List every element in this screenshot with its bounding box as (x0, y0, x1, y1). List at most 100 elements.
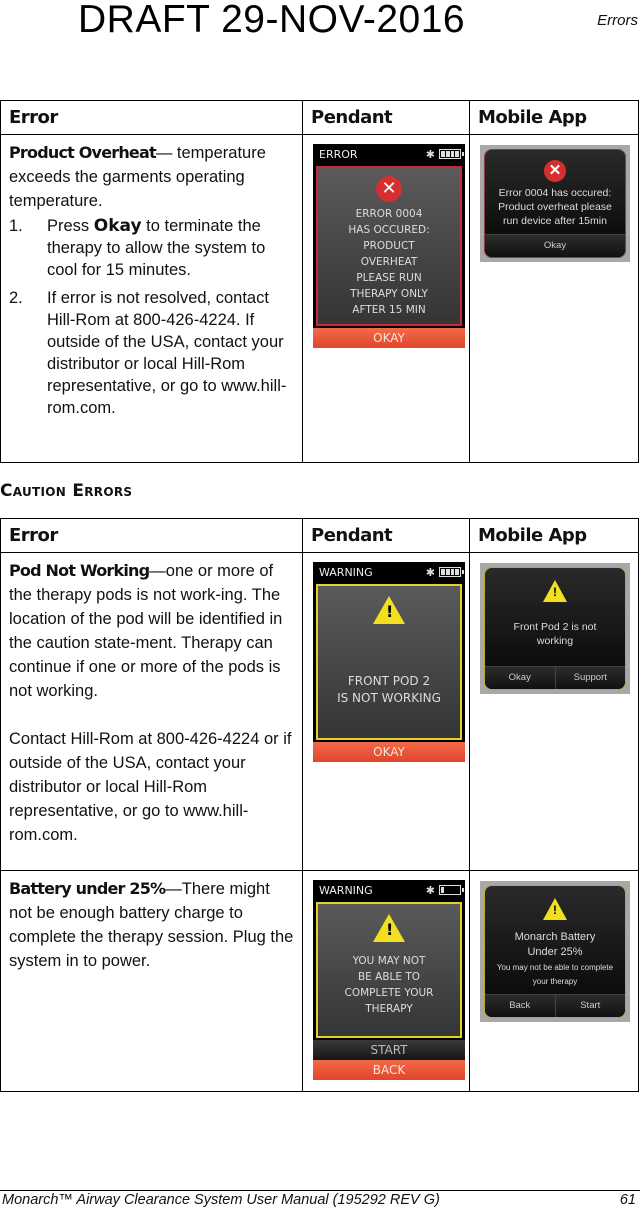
warning-triangle-icon: ! (543, 898, 567, 920)
message-line: PLEASE RUN (356, 272, 422, 284)
message-line: COMPLETE YOUR (344, 987, 434, 999)
mobile-app-screen: ! Monarch Battery Under 25% You may not … (480, 881, 630, 1022)
message-subline: You may not be able to complete (496, 963, 614, 972)
column-header-pendant: Pendant (302, 518, 470, 553)
column-header-mobile-app: Mobile App (469, 100, 639, 135)
status-label: WARNING (319, 565, 373, 579)
message-line: Monarch Battery (514, 931, 596, 943)
page-footer: Monarch™ Airway Clearance System User Ma… (2, 1192, 636, 1208)
mobile-app-cell: ! Front Pod 2 is not working Okay Suppor… (469, 552, 639, 871)
message-subline: your therapy (532, 977, 578, 986)
pendant-start-button[interactable]: START (313, 1040, 465, 1060)
message-line: HAS OCCURED: (348, 224, 430, 236)
mobile-start-button[interactable]: Start (554, 995, 625, 1017)
message-line: BE ABLE TO (357, 971, 421, 983)
section-heading: Caution Errors (0, 481, 133, 501)
pendant-message-area: ✕ ERROR 0004 HAS OCCURED: PRODUCT OVERHE… (316, 166, 462, 326)
error-x-icon: ✕ (544, 160, 566, 182)
table-row: Battery under 25%—There might not be eno… (0, 870, 639, 1092)
status-label: ERROR (319, 147, 358, 161)
page-number: 61 (619, 1192, 636, 1208)
mobile-back-button[interactable]: Back (485, 995, 555, 1017)
message-line: ERROR 0004 (355, 208, 423, 220)
warning-triangle-icon: ! (543, 580, 567, 602)
mobile-okay-button[interactable]: Okay (485, 235, 625, 257)
mobile-app-cell: ! Monarch Battery Under 25% You may not … (469, 870, 639, 1092)
bluetooth-icon: ✱ (425, 565, 435, 579)
mobile-dialog: ✕ Error 0004 has occured: Product overhe… (484, 149, 626, 258)
warning-triangle-icon: ! (373, 596, 405, 624)
pendant-status-bar: WARNING ✱ (313, 880, 465, 900)
message-line: YOU MAY NOT (352, 955, 426, 967)
message-line: PRODUCT (363, 240, 415, 252)
table-row: Pod Not Working—one or more of the thera… (0, 552, 639, 871)
em-dash: — (155, 144, 173, 162)
em-dash: — (165, 880, 182, 898)
pendant-screen: ERROR ✱ ✕ ERROR 0004 HAS OCCURED: PRODUC… (313, 144, 465, 348)
status-label: WARNING (319, 883, 373, 897)
error-description: one or more of the therapy pods is not w… (9, 562, 283, 700)
message-line: Product overheat please (498, 201, 612, 213)
pendant-message-area: ! FRONT POD 2 IS NOT WORKING (316, 584, 462, 740)
table-header-row: Error Pendant Mobile App (0, 100, 639, 135)
footer-divider (0, 1190, 640, 1191)
message-line: run device after 15min (503, 215, 607, 227)
column-header-error: Error (0, 518, 303, 553)
message-line: Error 0004 has occured: (498, 187, 612, 199)
message-line: OVERHEAT (360, 256, 418, 268)
pendant-cell: WARNING ✱ ! FRONT POD 2 IS NOT WORKING O… (302, 552, 470, 871)
pendant-status-bar: ERROR ✱ (313, 144, 465, 164)
bluetooth-icon: ✱ (425, 147, 435, 161)
mobile-dialog: ! Front Pod 2 is not working Okay Suppor… (484, 567, 626, 690)
table-row: Product Overheat— temperature exceeds th… (0, 134, 639, 463)
battery-full-icon (439, 567, 464, 577)
em-dash: — (149, 562, 166, 580)
list-item: 1. Press Okay to terminate the therapy t… (9, 215, 294, 281)
mobile-app-screen: ✕ Error 0004 has occured: Product overhe… (480, 145, 630, 262)
error-x-icon: ✕ (376, 176, 402, 202)
step-text: If error is not resolved, contact Hill-R… (47, 289, 287, 417)
error-title: Product Overheat (9, 143, 157, 162)
pendant-okay-button[interactable]: OKAY (313, 328, 465, 348)
battery-low-icon (439, 885, 464, 895)
mobile-dialog: ! Monarch Battery Under 25% You may not … (484, 885, 626, 1018)
error-description-cell: Product Overheat— temperature exceeds th… (0, 134, 303, 463)
pendant-message-area: ! YOU MAY NOT BE ABLE TO COMPLETE YOUR T… (316, 902, 462, 1038)
pendant-cell: ERROR ✱ ✕ ERROR 0004 HAS OCCURED: PRODUC… (302, 134, 470, 463)
manual-title: Monarch™ Airway Clearance System User Ma… (2, 1192, 440, 1208)
contact-info: Contact Hill-Rom at 800-426-4224 or if o… (9, 730, 292, 844)
message-line: Under 25% (527, 946, 583, 958)
step-number: 1. (9, 217, 23, 235)
error-description-cell: Pod Not Working—one or more of the thera… (0, 552, 303, 871)
pendant-back-button[interactable]: BACK (313, 1060, 465, 1080)
message-line: THERAPY (365, 1003, 413, 1015)
list-item: 2. If error is not resolved, contact Hil… (9, 287, 294, 419)
message-line: AFTER 15 MIN (352, 304, 426, 316)
step-text: Press (47, 217, 94, 235)
message-line: FRONT POD 2 (347, 674, 431, 688)
battery-full-icon (439, 149, 464, 159)
pendant-okay-button[interactable]: OKAY (313, 742, 465, 762)
message-line: Front Pod 2 is not (513, 621, 597, 633)
pendant-screen: WARNING ✱ ! YOU MAY NOT BE ABLE TO COMPL… (313, 880, 465, 1080)
message-line: THERAPY ONLY (350, 288, 428, 300)
error-title: Battery under 25% (9, 879, 166, 898)
okay-label: Okay (93, 216, 142, 236)
pendant-screen: WARNING ✱ ! FRONT POD 2 IS NOT WORKING O… (313, 562, 465, 762)
steps-list: 1. Press Okay to terminate the therapy t… (9, 215, 294, 419)
mobile-app-cell: ✕ Error 0004 has occured: Product overhe… (469, 134, 639, 463)
mobile-okay-button[interactable]: Okay (485, 667, 555, 689)
error-table: Error Pendant Mobile App Product Overhea… (0, 100, 639, 463)
message-line: working (536, 635, 574, 647)
column-header-error: Error (0, 100, 303, 135)
caution-table: Error Pendant Mobile App Pod Not Working… (0, 518, 639, 1092)
draft-stamp: DRAFT 29-NOV-2016 (78, 0, 466, 41)
pendant-status-bar: WARNING ✱ (313, 562, 465, 582)
mobile-support-button[interactable]: Support (554, 667, 625, 689)
error-description-cell: Battery under 25%—There might not be eno… (0, 870, 303, 1092)
step-number: 2. (9, 289, 23, 307)
column-header-pendant: Pendant (302, 100, 470, 135)
column-header-mobile-app: Mobile App (469, 518, 639, 553)
message-line: IS NOT WORKING (337, 691, 441, 705)
table-header-row: Error Pendant Mobile App (0, 518, 639, 553)
